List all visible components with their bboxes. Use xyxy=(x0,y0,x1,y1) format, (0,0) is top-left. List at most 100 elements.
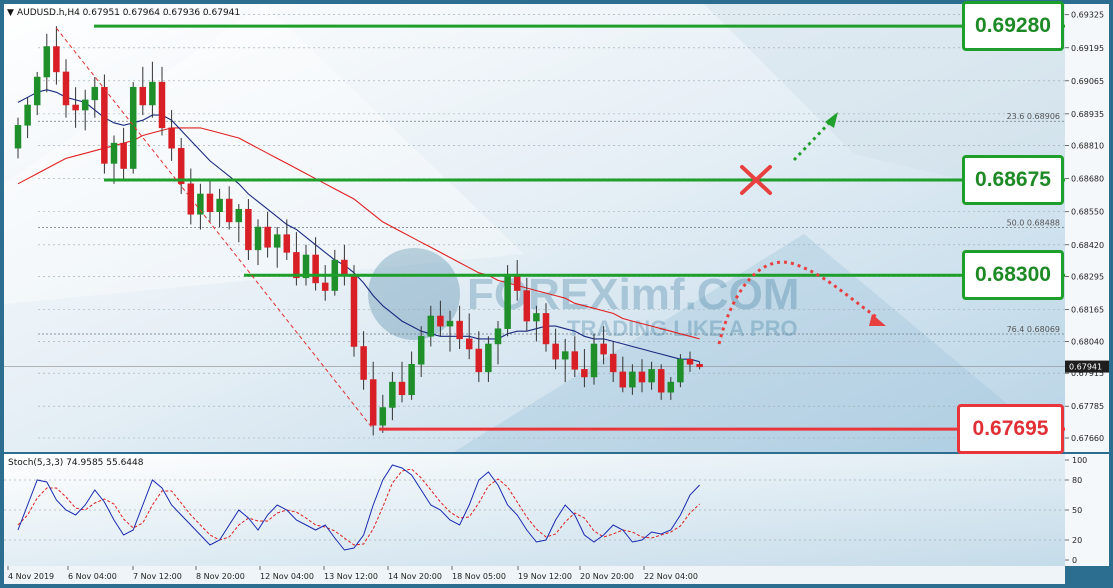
bearish-candle xyxy=(369,379,377,426)
bullish-candle xyxy=(533,313,540,322)
stochastic-tick-label: 100 xyxy=(1072,456,1087,465)
bearish-candle xyxy=(245,208,252,251)
price-panel[interactable]: FOREXimf.COM TRADING LIKE A PRO 23.6 0.6… xyxy=(4,4,1065,452)
bearish-candle xyxy=(72,104,79,111)
bearish-candle xyxy=(542,313,550,345)
symbol-menu-icon[interactable]: ▼ xyxy=(7,8,14,18)
bullish-candle xyxy=(629,371,636,388)
price-tick-label: 0.67785 xyxy=(1071,402,1104,411)
bearish-candle xyxy=(398,381,406,396)
fib-label: 23.6 0.68906 xyxy=(1007,112,1060,121)
stochastic-tick-label: 50 xyxy=(1072,506,1082,515)
watermark-tagline: TRADING LIKE A PRO xyxy=(567,316,798,341)
bearish-candle xyxy=(552,343,559,360)
fib-label: 76.4 0.68069 xyxy=(1007,325,1060,334)
bullish-candle xyxy=(667,381,675,393)
bearish-candle xyxy=(120,142,127,169)
level-label-box: 0.69280 xyxy=(962,1,1064,52)
price-tick-label: 0.69195 xyxy=(1071,44,1104,53)
bullish-candle xyxy=(33,76,41,106)
price-tick-label: 0.68810 xyxy=(1071,142,1104,151)
bearish-candle xyxy=(177,147,185,185)
bearish-candle xyxy=(168,127,175,149)
time-tick-label: 12 Nov 04:00 xyxy=(260,572,314,581)
time-tick-label: 6 Nov 04:00 xyxy=(68,572,117,581)
fib-label: 50.0 0.68488 xyxy=(1007,219,1060,228)
bullish-candle xyxy=(590,343,598,378)
bearish-candle xyxy=(62,71,70,106)
bullish-candle xyxy=(408,364,415,396)
bullish-candle xyxy=(485,343,492,373)
price-tick-label: 0.68420 xyxy=(1071,241,1104,250)
bullish-candle xyxy=(494,328,502,345)
bearish-candle xyxy=(513,275,521,291)
price-tick-label: 0.68040 xyxy=(1071,337,1104,346)
stochastic-tick-label: 0 xyxy=(1072,556,1077,565)
time-axis: 4 Nov 2019 6 Nov 04:00 7 Nov 12:00 8 Nov 20… xyxy=(4,566,1065,584)
bearish-candle xyxy=(456,320,463,340)
symbol-header: AUDUSD.h,H4 0.67951 0.67964 0.67936 0.67… xyxy=(17,8,240,18)
time-tick-label: 13 Nov 12:00 xyxy=(324,572,378,581)
price-tick-label: 0.67660 xyxy=(1071,434,1104,443)
stochastic-axis: 100 80 50 20 0 xyxy=(1065,454,1109,566)
bearish-candle xyxy=(437,315,444,327)
bullish-candle xyxy=(14,125,22,149)
bearish-candle xyxy=(53,46,60,73)
bearish-candle xyxy=(321,282,329,291)
bearish-candle xyxy=(657,369,665,393)
bearish-candle xyxy=(101,86,108,164)
bearish-candle xyxy=(264,226,271,248)
bearish-candle xyxy=(686,358,694,365)
bearish-candle xyxy=(158,81,166,129)
time-tick-label: 22 Nov 04:00 xyxy=(644,572,698,581)
bullish-candle xyxy=(504,275,511,329)
chart-header: ▼ AUDUSD.h,H4 0.67951 0.67964 0.67936 0.… xyxy=(7,8,240,18)
bullish-candle xyxy=(197,193,204,215)
time-tick-label: 18 Nov 05:00 xyxy=(452,572,506,581)
stochastic-tick-label: 20 xyxy=(1072,536,1082,545)
bearish-candle xyxy=(619,371,627,388)
bearish-candle xyxy=(341,259,348,276)
price-tick-label: 0.68935 xyxy=(1071,110,1104,119)
bullish-candle xyxy=(446,320,454,327)
bullish-candle xyxy=(43,46,51,78)
bullish-candle xyxy=(24,104,31,126)
bullish-candle xyxy=(648,369,655,383)
bearish-candle xyxy=(206,193,214,212)
time-tick-label: 14 Nov 20:00 xyxy=(388,572,442,581)
price-tick-label: 0.68550 xyxy=(1071,208,1104,217)
price-tick-label: 0.69325 xyxy=(1071,11,1104,20)
bearish-candle xyxy=(523,290,531,322)
bullish-candle xyxy=(216,198,223,212)
bullish-candle xyxy=(389,381,396,408)
stochastic-tick-label: 80 xyxy=(1072,476,1082,485)
bearish-candle xyxy=(225,198,233,223)
level-label-box: 0.67695 xyxy=(957,404,1064,455)
bearish-candle xyxy=(475,348,483,373)
time-tick-label: 7 Nov 12:00 xyxy=(133,572,182,581)
bullish-candle xyxy=(427,315,435,337)
bearish-candle xyxy=(312,254,319,284)
bullish-candle xyxy=(561,351,569,360)
bearish-candle xyxy=(581,369,588,378)
level-label-box: 0.68300 xyxy=(962,250,1064,301)
price-axis: 0.69325 0.69195 0.69065 0.68935 0.68810 0.686… xyxy=(1065,4,1109,452)
bearish-candle xyxy=(283,234,291,253)
bearish-candle xyxy=(638,371,646,383)
stochastic-panel[interactable]: Stoch(5,3,3) 74.9585 55.6448 xyxy=(4,454,1065,566)
time-tick-label: 20 Nov 20:00 xyxy=(580,572,634,581)
bullish-candle xyxy=(379,407,387,426)
bearish-candle xyxy=(609,353,617,373)
level-label-box: 0.68675 xyxy=(962,154,1064,205)
stochastic-label: Stoch(5,3,3) 74.9585 55.6448 xyxy=(8,458,144,468)
time-tick-label: 19 Nov 12:00 xyxy=(518,572,572,581)
time-tick-label: 8 Nov 20:00 xyxy=(196,572,245,581)
bearish-candle xyxy=(360,346,367,380)
bullish-candle xyxy=(81,99,89,111)
bearish-candle xyxy=(465,338,473,350)
bearish-candle xyxy=(600,343,607,355)
bullish-candle xyxy=(417,336,425,365)
bullish-candle xyxy=(110,142,118,164)
bearish-candle xyxy=(139,86,147,106)
bearish-candle xyxy=(350,275,358,347)
